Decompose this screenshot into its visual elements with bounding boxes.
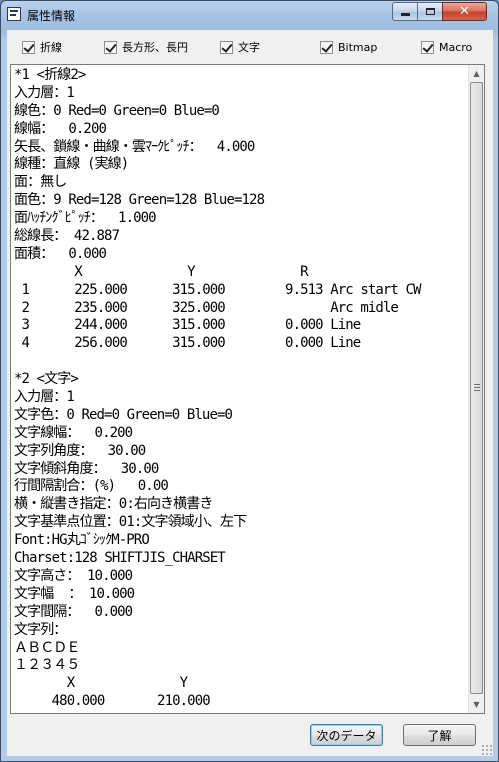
app-icon (7, 7, 21, 21)
maximize-button[interactable] (417, 2, 443, 21)
property-line: Charset:128 SHIFTJIS_CHARSET (14, 550, 226, 567)
property-line: 矢長、鎖線・曲線・雲ﾏｰｸﾋﾟｯﾁ： 4.000 (14, 138, 255, 155)
checkbox-rect-ellipse-label: 長方形、長円 (122, 41, 188, 54)
scroll-up-icon[interactable]: ▲ (469, 65, 484, 82)
checkbox-polyline-box[interactable] (22, 40, 35, 54)
property-line: *1 <折線2> (14, 67, 86, 83)
property-line: 線種：直線 (実線) (14, 156, 129, 173)
window-title: 属性情報 (27, 9, 76, 23)
property-line: 面ﾊｯﾁﾝｸﾞﾋﾟｯﾁ： 1.000 (14, 210, 157, 227)
property-line: Font:HG丸ｺﾞｼｯｸM-PRO (14, 532, 150, 549)
checkbox-bitmap[interactable]: Bitmap (320, 40, 377, 54)
properties-text: *1 <折線2> 入力層：1 線色：0 Red=0 Green=0 Blue=0 線幅… (14, 67, 464, 711)
property-window: 属性情報 ✕ 折線 長方形、長円 文字 Bitmap Macro *1 <折線2… (0, 0, 499, 762)
property-line: 文字傾斜角度： 30.00 (14, 460, 159, 477)
property-line: 文字列角度： 30.00 (14, 442, 146, 459)
property-line: *2 <文字> (14, 371, 79, 388)
property-line: 文字線幅： 0.200 (14, 424, 133, 441)
maximize-icon (425, 8, 435, 15)
scrollbar-thumb[interactable] (470, 82, 483, 694)
property-line: 3 244.000 315.000 0.000 Line (14, 317, 362, 334)
property-line: 文字色：0 Red=0 Green=0 Blue=0 (14, 406, 233, 423)
checkbox-text-box[interactable] (220, 40, 233, 54)
property-line: 線色：0 Red=0 Green=0 Blue=0 (14, 102, 220, 119)
property-line: 面：無し (14, 174, 67, 191)
dialog-body: 折線 長方形、長円 文字 Bitmap Macro *1 <折線2> 入力層：1 線… (7, 30, 493, 756)
close-icon: ✕ (459, 4, 470, 19)
vertical-scrollbar[interactable]: ▲ ▼ (468, 65, 484, 713)
property-line: 文字幅 ： 10.000 (14, 585, 135, 602)
ok-button[interactable]: 了解 (403, 724, 476, 746)
checkbox-macro-box[interactable] (421, 40, 434, 54)
close-button[interactable]: ✕ (442, 2, 487, 21)
property-line: 4 256.000 315.000 0.000 Line (14, 335, 362, 352)
filter-options: 折線 長方形、長円 文字 Bitmap Macro (7, 30, 493, 64)
property-line: 入力層：1 (14, 389, 75, 406)
checkbox-rect-ellipse[interactable]: 長方形、長円 (104, 40, 188, 54)
property-line: 文字高さ： 10.000 (14, 567, 133, 584)
checkbox-polyline-label: 折線 (40, 41, 62, 54)
property-line: 文字間隔： 0.000 (14, 603, 133, 620)
checkbox-bitmap-label: Bitmap (338, 40, 378, 54)
properties-textbox[interactable]: *1 <折線2> 入力層：1 線色：0 Red=0 Green=0 Blue=0 線幅… (10, 64, 485, 714)
resize-grip-icon[interactable] (481, 744, 492, 755)
property-line: 文字列： (14, 621, 67, 638)
minimize-button[interactable] (392, 2, 418, 21)
title-bar[interactable]: 属性情報 ✕ (1, 1, 498, 29)
property-line: X Y R (14, 263, 308, 280)
property-line (14, 353, 464, 371)
property-line: 行間隔割合：(%) 0.00 (14, 478, 169, 495)
checkbox-macro[interactable]: Macro (421, 40, 472, 54)
scroll-down-icon[interactable]: ▼ (469, 696, 484, 713)
checkbox-polyline[interactable]: 折線 (22, 40, 62, 54)
next-data-button[interactable]: 次のデータ (310, 724, 383, 746)
checkbox-macro-label: Macro (439, 40, 473, 54)
property-line: ＡＢＣＤＥ (14, 639, 80, 656)
property-line: 2 235.000 325.000 Arc midle (14, 299, 399, 316)
property-line: １２３４５ (14, 657, 80, 674)
checkbox-text-label: 文字 (238, 41, 260, 54)
property-line: 入力層：1 (14, 84, 75, 101)
property-line: 面色：9 Red=128 Green=128 Blue=128 (14, 192, 265, 209)
property-line: 総線長： 42.887 (14, 228, 120, 245)
property-line: 480.000 210.000 (14, 693, 211, 710)
property-line: X Y (14, 675, 188, 692)
property-line: 面積： 0.000 (14, 245, 107, 262)
checkbox-rect-ellipse-box[interactable] (104, 40, 117, 54)
property-line: 線幅： 0.200 (14, 120, 107, 137)
minimize-icon (400, 13, 410, 16)
thumb-grip-icon (474, 384, 480, 391)
property-line: 1 225.000 315.000 9.513 Arc start CW (14, 281, 422, 298)
property-line: 文字基準点位置：01:文字領域小、左下 (14, 514, 247, 531)
checkbox-bitmap-box[interactable] (320, 40, 333, 54)
property-line: 横・縦書き指定：0:右向き横書き (14, 496, 213, 513)
checkbox-text[interactable]: 文字 (220, 40, 260, 54)
